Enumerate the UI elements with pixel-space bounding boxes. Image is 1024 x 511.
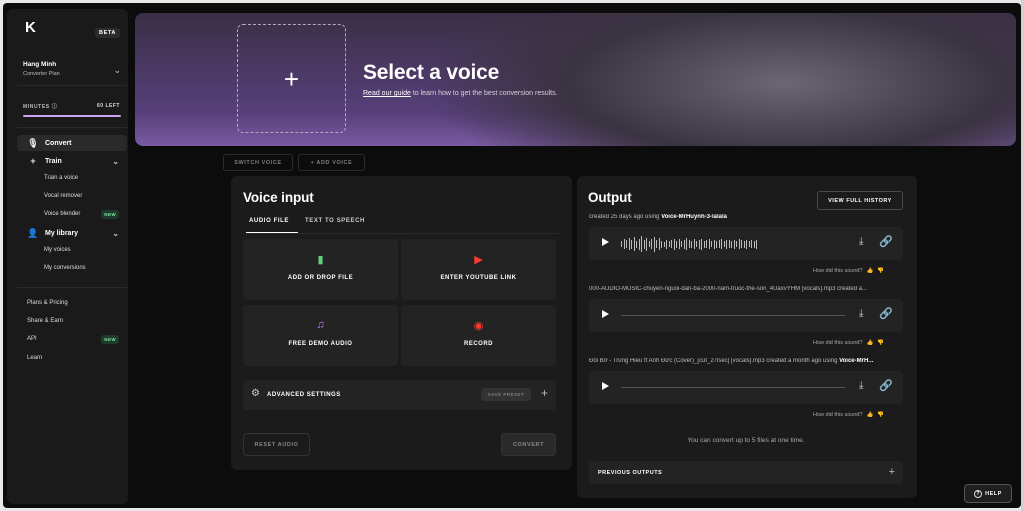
feedback-row: How did this sound? 👍 👎 xyxy=(813,268,885,274)
sidebar-item-vocal-remover[interactable]: Vocal remover xyxy=(17,188,127,204)
play-icon[interactable] xyxy=(602,382,609,390)
youtube-icon: ▶ xyxy=(474,254,483,266)
sidebar-item-share-earn[interactable]: Share & Earn xyxy=(17,313,127,329)
link-icon[interactable]: 🔗 xyxy=(879,379,893,392)
divider xyxy=(17,287,127,288)
view-full-history-button[interactable]: VIEW FULL HISTORY xyxy=(817,191,903,210)
beta-badge: BETA xyxy=(95,28,120,38)
chevron-down-icon: ⌄ xyxy=(112,228,119,238)
sidebar-item-api[interactable]: API NEW xyxy=(17,331,127,347)
plus-icon: + xyxy=(30,156,36,166)
output-meta: created 25 days ago using Voice-MrHuynh-… xyxy=(589,214,727,220)
output-meta: 000-AUDIO-MUSIC-chuyen-nguoi-dan-ba-2000… xyxy=(589,286,868,292)
output-title: Output xyxy=(588,190,632,205)
logo[interactable]: K xyxy=(25,20,39,35)
user-icon: 👤 xyxy=(27,227,39,238)
play-icon[interactable] xyxy=(602,238,609,246)
sidebar-item-convert[interactable]: 🎙 Convert xyxy=(17,135,127,151)
plus-icon: + xyxy=(283,64,300,94)
download-icon[interactable]: ⤓ xyxy=(859,236,863,247)
sidebar-item-learn[interactable]: Learn xyxy=(17,350,127,366)
music-file-icon: ♫ xyxy=(316,319,325,331)
record-icon: ◉ xyxy=(473,320,484,332)
new-badge: NEW xyxy=(101,334,119,344)
tab-audio-file[interactable]: AUDIO FILE xyxy=(249,218,289,224)
thumbs-down-icon[interactable]: 👎 xyxy=(877,412,884,418)
user-plan: Converter Plan xyxy=(23,71,60,77)
info-icon[interactable]: ⓘ xyxy=(52,104,58,110)
gear-icon: ⚙ xyxy=(251,388,260,399)
add-or-drop-file-button[interactable]: ▮ ADD OR DROP FILE xyxy=(243,239,398,300)
hero-title: Select a voice xyxy=(363,61,500,84)
hero-subtitle: Read our guide to learn how to get the b… xyxy=(363,90,558,97)
sidebar-item-train-a-voice[interactable]: Train a voice xyxy=(17,170,127,186)
microphone-icon: 🎙 xyxy=(27,137,39,148)
thumbs-up-icon[interactable]: 👍 xyxy=(867,340,874,346)
user-menu[interactable]: Hang Minh Converter Plan ⌄ xyxy=(23,61,123,77)
enter-youtube-link-button[interactable]: ▶ ENTER YOUTUBE LINK xyxy=(401,239,556,300)
voice-input-title: Voice input xyxy=(243,190,314,205)
advanced-settings-label: ADVANCED SETTINGS xyxy=(267,392,341,398)
switch-voice-button[interactable]: SWITCH VOICE xyxy=(223,154,293,171)
download-icon[interactable]: ⤓ xyxy=(859,308,863,319)
divider xyxy=(17,127,127,128)
active-tab-indicator xyxy=(246,232,298,233)
waveform[interactable] xyxy=(621,234,757,254)
audio-player: ⤓ 🔗 xyxy=(589,227,903,260)
convert-button[interactable]: CONVERT xyxy=(501,433,556,456)
tab-text-to-speech[interactable]: TEXT TO SPEECH xyxy=(305,218,365,224)
chevron-down-icon: ⌄ xyxy=(113,65,121,75)
thumbs-down-icon[interactable]: 👎 xyxy=(877,268,884,274)
output-card xyxy=(577,176,917,498)
play-icon[interactable] xyxy=(602,310,609,318)
plus-icon: + xyxy=(888,466,895,478)
select-voice-dropzone[interactable]: + xyxy=(237,24,346,133)
link-icon[interactable]: 🔗 xyxy=(879,307,893,320)
save-preset-button[interactable]: SAVE PRESET xyxy=(481,388,531,401)
audio-player: ⤓ 🔗 xyxy=(589,371,903,404)
plus-icon[interactable]: + xyxy=(541,386,548,400)
reset-audio-button[interactable]: RESET AUDIO xyxy=(243,433,310,456)
advanced-settings-row[interactable]: ⚙ ADVANCED SETTINGS SAVE PRESET + xyxy=(243,380,556,410)
sidebar-item-voice-blender[interactable]: Voice blender NEW xyxy=(17,206,127,222)
free-demo-audio-button[interactable]: ♫ FREE DEMO AUDIO xyxy=(243,305,398,366)
sidebar-item-my-voices[interactable]: My voices xyxy=(17,242,127,258)
sidebar: K BETA Hang Minh Converter Plan ⌄ MINUTE… xyxy=(7,9,128,504)
chevron-down-icon: ⌄ xyxy=(112,156,119,166)
user-name: Hang Minh xyxy=(23,61,57,68)
record-button[interactable]: ◉ RECORD xyxy=(401,305,556,366)
app-window: K BETA Hang Minh Converter Plan ⌄ MINUTE… xyxy=(3,3,1021,508)
add-voice-button[interactable]: + ADD VOICE xyxy=(298,154,365,171)
conversion-limit-note: You can convert up to 5 files at one tim… xyxy=(687,437,805,444)
audio-player: ⤓ 🔗 xyxy=(589,299,903,332)
progress-track[interactable] xyxy=(621,387,845,388)
thumbs-up-icon[interactable]: 👍 xyxy=(867,268,874,274)
feedback-row: How did this sound? 👍 👎 xyxy=(813,340,885,346)
tab-divider xyxy=(246,233,559,234)
sidebar-item-my-conversions[interactable]: My conversions xyxy=(17,260,127,276)
sidebar-item-my-library[interactable]: 👤 My library ⌄ xyxy=(17,225,127,241)
output-meta: Đôi Bờ - Trung Hiếu ft Anh Đức (Cover)_[… xyxy=(589,358,874,364)
question-icon: ? xyxy=(974,489,983,498)
divider xyxy=(17,85,127,86)
previous-outputs-row[interactable]: PREVIOUS OUTPUTS + xyxy=(589,461,903,484)
file-upload-icon: ▮ xyxy=(317,254,324,266)
feedback-row: How did this sound? 👍 👎 xyxy=(813,412,885,418)
voice-hero-banner: + Select a voice Read our guide to learn… xyxy=(135,13,1016,146)
link-icon[interactable]: 🔗 xyxy=(879,235,893,248)
read-guide-link[interactable]: Read our guide xyxy=(363,90,411,97)
minutes-progress-bar xyxy=(23,115,121,117)
progress-track[interactable] xyxy=(621,315,845,316)
thumbs-down-icon[interactable]: 👎 xyxy=(877,340,884,346)
sidebar-item-plans-pricing[interactable]: Plans & Pricing xyxy=(17,295,127,311)
help-button[interactable]: ? HELP xyxy=(964,484,1012,503)
minutes-label: MINUTES ⓘ xyxy=(23,104,58,110)
thumbs-up-icon[interactable]: 👍 xyxy=(867,412,874,418)
minutes-left: 60 LEFT xyxy=(97,103,120,109)
sidebar-item-train[interactable]: + Train ⌄ xyxy=(17,153,127,169)
new-badge: NEW xyxy=(101,209,119,219)
download-icon[interactable]: ⤓ xyxy=(859,380,863,391)
